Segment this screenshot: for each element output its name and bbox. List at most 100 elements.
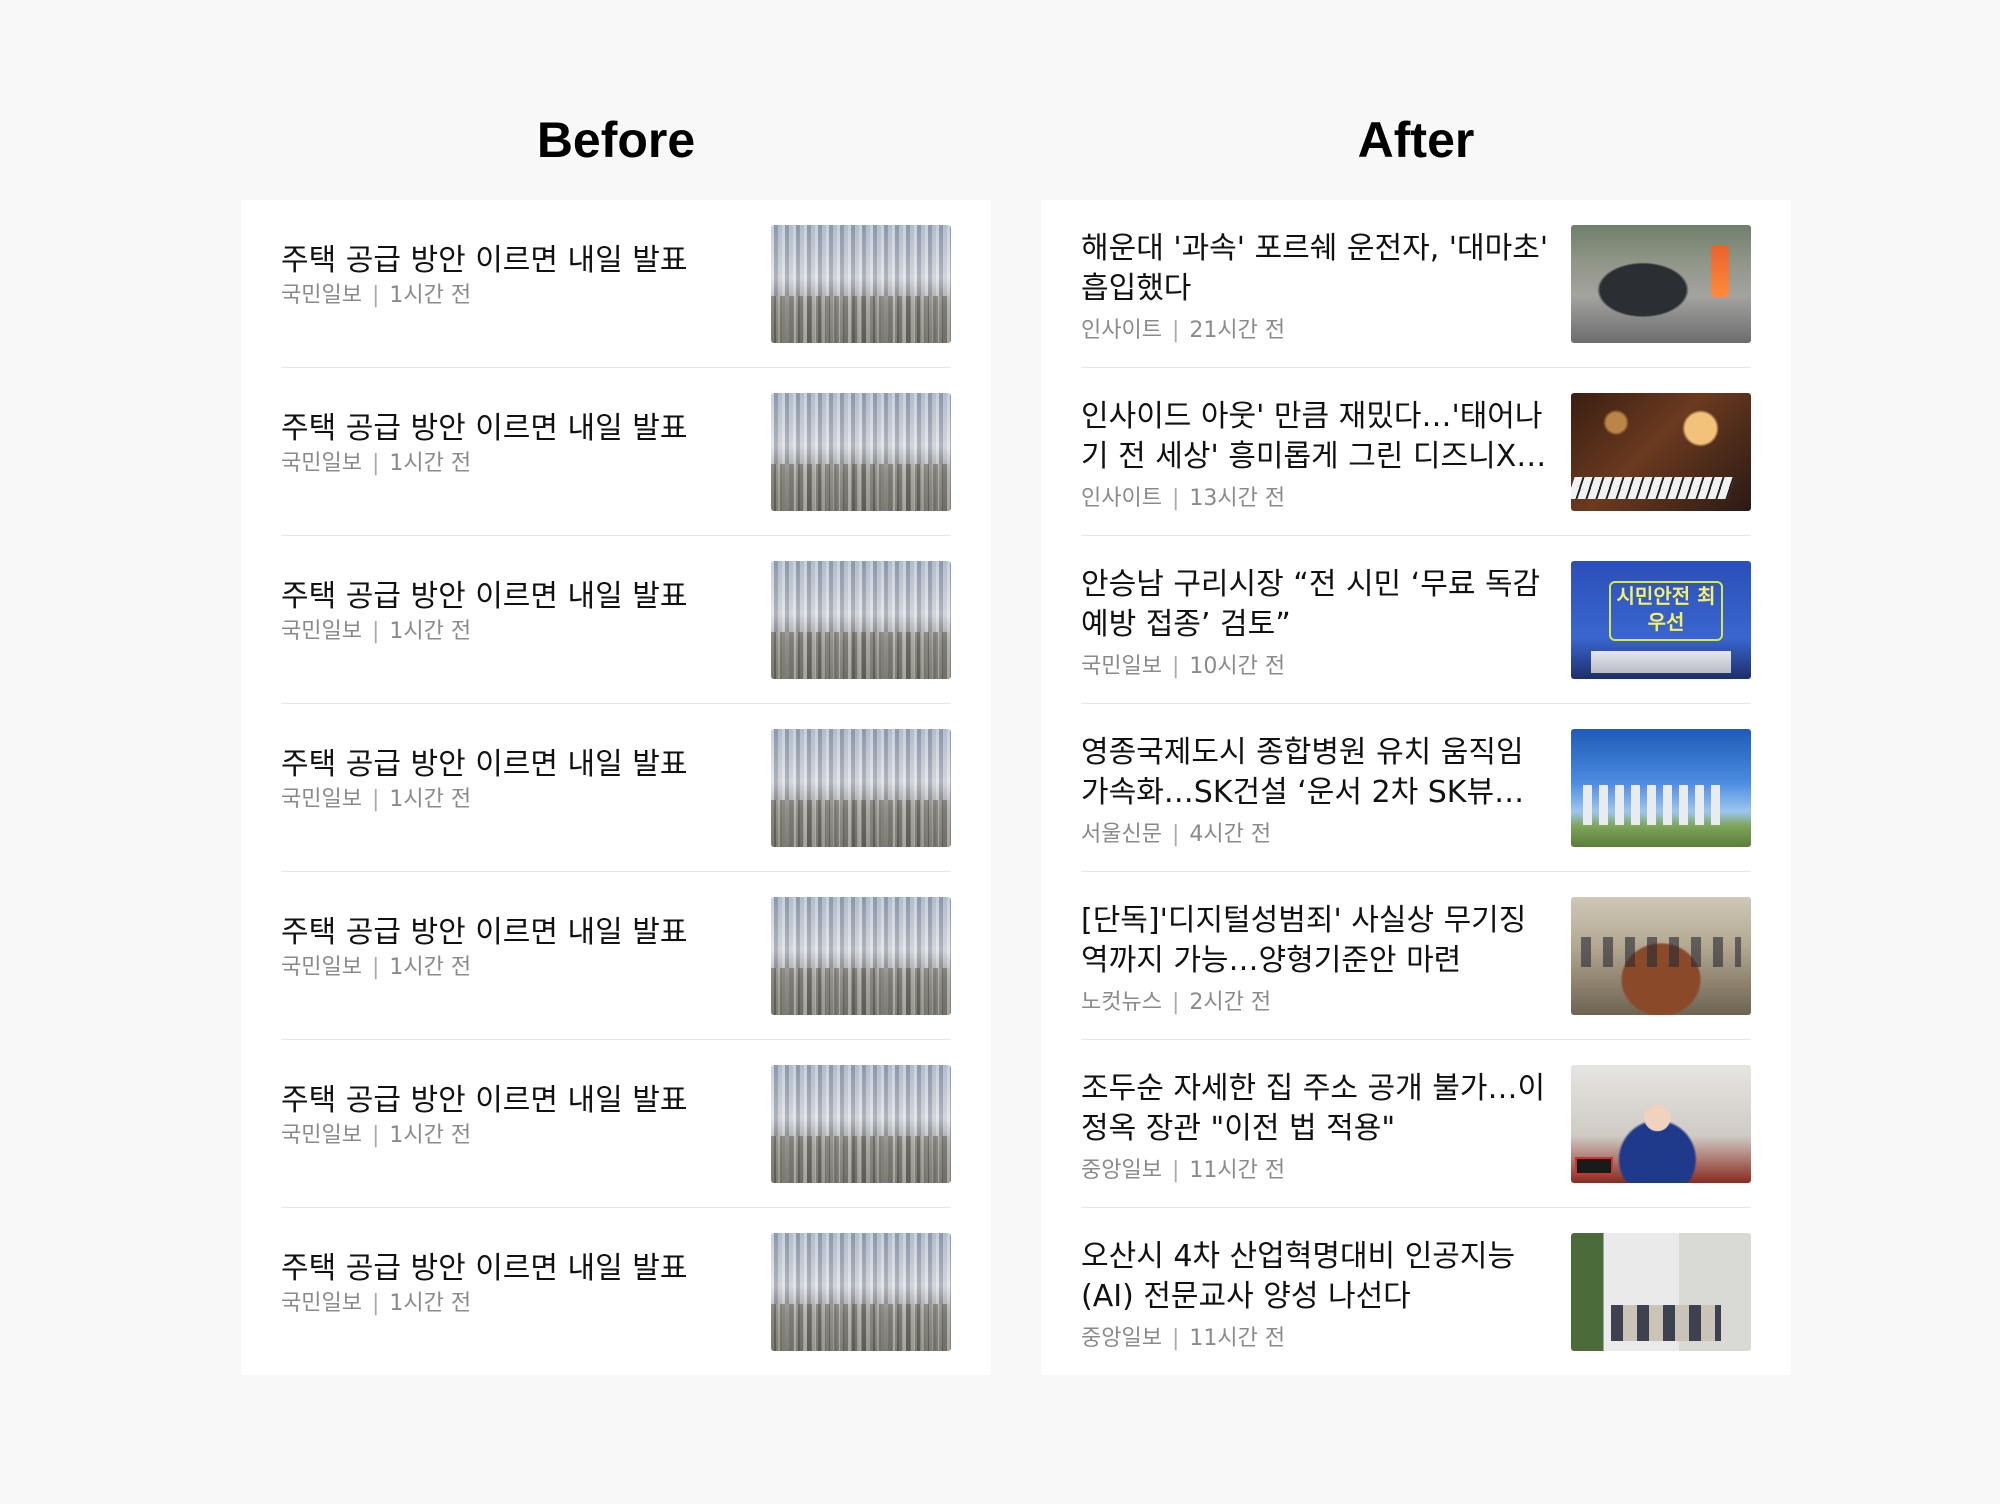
apartment-city-photo[interactable] <box>771 729 951 847</box>
news-time: 1시간 전 <box>389 1123 472 1148</box>
news-time: 1시간 전 <box>389 451 472 476</box>
apartment-city-photo[interactable] <box>771 1233 951 1351</box>
meta-separator: | <box>1171 822 1180 847</box>
news-source: 중앙일보 <box>1081 1326 1162 1351</box>
after-news-list: 해운대 '과속' 포르쉐 운전자, '대마초' 흡입했다 인사이트 | 21시간 전… <box>1081 200 1751 1376</box>
minister-hearing-photo[interactable] <box>1571 1065 1751 1183</box>
press-briefing-banner-photo[interactable]: 시민안전 최우선 <box>1571 561 1751 679</box>
meta-separator: | <box>1171 1158 1180 1183</box>
news-source: 국민일보 <box>1081 654 1162 679</box>
apartment-city-photo[interactable] <box>771 897 951 1015</box>
news-meta: 중앙일보 | 11시간 전 <box>1081 1324 1285 1354</box>
news-list-item[interactable]: 안승남 구리시장 “전 시민 ‘무료 독감 예방 접종’ 검토” 국민일보 | 10… <box>1081 536 1751 704</box>
news-source: 서울신문 <box>1081 822 1162 847</box>
news-meta: 국민일보 | 1시간 전 <box>281 449 471 479</box>
meta-separator: | <box>371 619 380 644</box>
news-headline[interactable]: 주택 공급 방안 이르면 내일 발표 <box>281 409 751 449</box>
news-list-item[interactable]: 주택 공급 방안 이르면 내일 발표 국민일보 | 1시간 전 <box>281 704 951 872</box>
overturned-car-photo[interactable] <box>1571 225 1751 343</box>
news-list-item[interactable]: 주택 공급 방안 이르면 내일 발표 국민일보 | 1시간 전 <box>281 872 951 1040</box>
apartment-city-photo[interactable] <box>771 561 951 679</box>
news-headline[interactable]: 주택 공급 방안 이르면 내일 발표 <box>281 577 751 617</box>
before-news-panel: 주택 공급 방안 이르면 내일 발표 국민일보 | 1시간 전 주택 공급 방안 이… <box>241 200 991 1375</box>
news-time: 11시간 전 <box>1189 1326 1286 1351</box>
news-meta: 국민일보 | 1시간 전 <box>281 281 471 311</box>
news-meta: 국민일보 | 1시간 전 <box>281 1121 471 1151</box>
news-list-item[interactable]: 주택 공급 방안 이르면 내일 발표 국민일보 | 1시간 전 <box>281 536 951 704</box>
news-headline[interactable]: 영종국제도시 종합병원 유치 움직임 가속화…SK건설 ‘운서 2차 SK뷰… <box>1081 733 1551 813</box>
meta-separator: | <box>371 451 380 476</box>
news-list-item[interactable]: 해운대 '과속' 포르쉐 운전자, '대마초' 흡입했다 인사이트 | 21시간 전 <box>1081 200 1751 368</box>
news-meta: 노컷뉴스 | 2시간 전 <box>1081 988 1271 1018</box>
meta-separator: | <box>371 283 380 308</box>
meta-separator: | <box>371 787 380 812</box>
news-list-item[interactable]: [단독]'디지털성범죄' 사실상 무기징역까지 가능…양형기준안 마련 노컷뉴스… <box>1081 872 1751 1040</box>
news-list-item[interactable]: 주택 공급 방안 이르면 내일 발표 국민일보 | 1시간 전 <box>281 368 951 536</box>
meta-separator: | <box>1171 318 1180 343</box>
news-headline[interactable]: 오산시 4차 산업혁명대비 인공지능(AI) 전문교사 양성 나선다 <box>1081 1237 1551 1317</box>
news-headline[interactable]: 주택 공급 방안 이르면 내일 발표 <box>281 1249 751 1289</box>
news-headline[interactable]: 주택 공급 방안 이르면 내일 발표 <box>281 241 751 281</box>
news-headline[interactable]: 주택 공급 방안 이르면 내일 발표 <box>281 913 751 953</box>
news-list-item[interactable]: 오산시 4차 산업혁명대비 인공지능(AI) 전문교사 양성 나선다 중앙일보 |… <box>1081 1208 1751 1376</box>
news-headline[interactable]: 주택 공급 방안 이르면 내일 발표 <box>281 1081 751 1121</box>
apartment-city-photo[interactable] <box>771 393 951 511</box>
apartment-complex-sky-photo[interactable] <box>1571 729 1751 847</box>
before-news-list: 주택 공급 방안 이르면 내일 발표 국민일보 | 1시간 전 주택 공급 방안 이… <box>281 200 951 1376</box>
news-headline[interactable]: [단독]'디지털성범죄' 사실상 무기징역까지 가능…양형기준안 마련 <box>1081 901 1551 981</box>
news-meta: 인사이트 | 21시간 전 <box>1081 316 1285 346</box>
news-list-item[interactable]: 영종국제도시 종합병원 유치 움직임 가속화…SK건설 ‘운서 2차 SK뷰… … <box>1081 704 1751 872</box>
news-meta: 국민일보 | 10시간 전 <box>1081 652 1285 682</box>
news-list-item[interactable]: 주택 공급 방안 이르면 내일 발표 국민일보 | 1시간 전 <box>281 200 951 368</box>
news-headline[interactable]: 해운대 '과속' 포르쉐 운전자, '대마초' 흡입했다 <box>1081 229 1551 309</box>
news-time: 1시간 전 <box>389 787 472 812</box>
news-time: 1시간 전 <box>389 283 472 308</box>
news-time: 1시간 전 <box>389 1291 472 1316</box>
news-source: 국민일보 <box>281 955 362 980</box>
before-title: Before <box>536 112 696 168</box>
meta-separator: | <box>1171 486 1180 511</box>
news-source: 인사이트 <box>1081 486 1162 511</box>
news-meta: 중앙일보 | 11시간 전 <box>1081 1156 1285 1186</box>
news-source: 국민일보 <box>281 1291 362 1316</box>
news-headline[interactable]: 안승남 구리시장 “전 시민 ‘무료 독감 예방 접종’ 검토” <box>1081 565 1551 645</box>
news-list-item[interactable]: 주택 공급 방안 이르면 내일 발표 국민일보 | 1시간 전 <box>281 1208 951 1376</box>
news-source: 국민일보 <box>281 1123 362 1148</box>
banner-slogan: 시민안전 최우선 <box>1609 581 1723 641</box>
news-time: 2시간 전 <box>1189 990 1272 1015</box>
news-headline[interactable]: 주택 공급 방안 이르면 내일 발표 <box>281 745 751 785</box>
apartment-city-photo[interactable] <box>771 1065 951 1183</box>
meta-separator: | <box>1171 1326 1180 1351</box>
piano-player-photo[interactable] <box>1571 393 1751 511</box>
news-list-item[interactable]: 주택 공급 방안 이르면 내일 발표 국민일보 | 1시간 전 <box>281 1040 951 1208</box>
news-source: 노컷뉴스 <box>1081 990 1162 1015</box>
news-meta: 국민일보 | 1시간 전 <box>281 1289 471 1319</box>
meta-separator: | <box>1171 654 1180 679</box>
news-meta: 국민일보 | 1시간 전 <box>281 785 471 815</box>
news-time: 11시간 전 <box>1189 1158 1286 1183</box>
news-list-item[interactable]: 인사이드 아웃' 만큼 재밌다…'태어나기 전 세상' 흥미롭게 그린 디즈니X… <box>1081 368 1751 536</box>
meta-separator: | <box>371 955 380 980</box>
news-source: 국민일보 <box>281 451 362 476</box>
news-source: 중앙일보 <box>1081 1158 1162 1183</box>
news-time: 1시간 전 <box>389 619 472 644</box>
news-meta: 서울신문 | 4시간 전 <box>1081 820 1271 850</box>
news-headline[interactable]: 조두순 자세한 집 주소 공개 불가…이정옥 장관 "이전 법 적용" <box>1081 1069 1551 1149</box>
meeting-room-photo[interactable] <box>1571 897 1751 1015</box>
news-list-item[interactable]: 조두순 자세한 집 주소 공개 불가…이정옥 장관 "이전 법 적용" 중앙일보… <box>1081 1040 1751 1208</box>
news-source: 국민일보 <box>281 283 362 308</box>
news-time: 21시간 전 <box>1189 318 1286 343</box>
office-classroom-photo[interactable] <box>1571 1233 1751 1351</box>
news-meta: 인사이트 | 13시간 전 <box>1081 484 1285 514</box>
news-source: 국민일보 <box>281 787 362 812</box>
meta-separator: | <box>371 1123 380 1148</box>
meta-separator: | <box>371 1291 380 1316</box>
news-time: 10시간 전 <box>1189 654 1286 679</box>
news-time: 1시간 전 <box>389 955 472 980</box>
news-source: 국민일보 <box>281 619 362 644</box>
news-meta: 국민일보 | 1시간 전 <box>281 617 471 647</box>
meta-separator: | <box>1171 990 1180 1015</box>
apartment-city-photo[interactable] <box>771 225 951 343</box>
news-headline[interactable]: 인사이드 아웃' 만큼 재밌다…'태어나기 전 세상' 흥미롭게 그린 디즈니X… <box>1081 397 1551 477</box>
news-source: 인사이트 <box>1081 318 1162 343</box>
